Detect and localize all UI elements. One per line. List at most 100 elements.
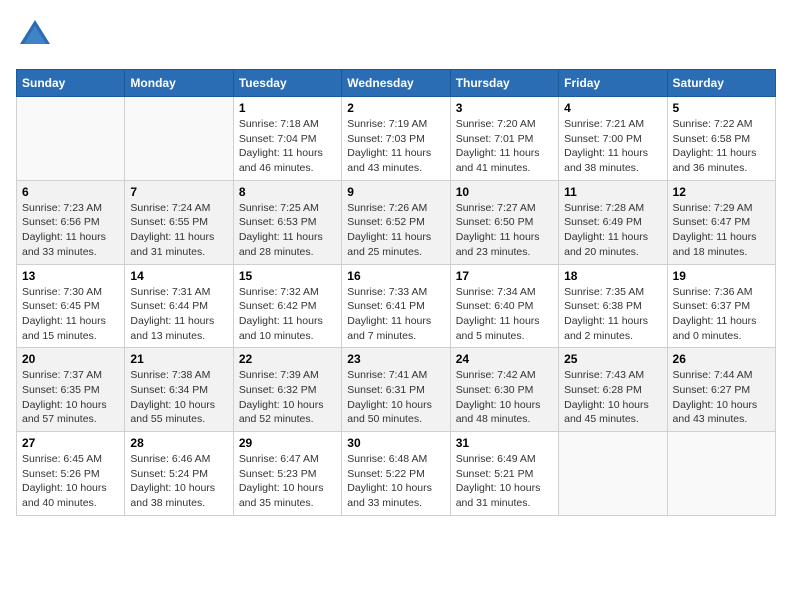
calendar-cell: 28 Sunrise: 6:46 AM Sunset: 5:24 PM Dayli… [125, 432, 233, 516]
calendar-cell: 18 Sunrise: 7:35 AM Sunset: 6:38 PM Dayli… [559, 264, 667, 348]
calendar-cell: 17 Sunrise: 7:34 AM Sunset: 6:40 PM Dayli… [450, 264, 558, 348]
day-info: Sunrise: 7:21 AM Sunset: 7:00 PM Dayligh… [564, 117, 661, 176]
calendar-cell: 16 Sunrise: 7:33 AM Sunset: 6:41 PM Dayli… [342, 264, 450, 348]
day-number: 13 [22, 269, 119, 283]
calendar-cell: 10 Sunrise: 7:27 AM Sunset: 6:50 PM Dayli… [450, 180, 558, 264]
calendar-cell: 31 Sunrise: 6:49 AM Sunset: 5:21 PM Dayli… [450, 432, 558, 516]
day-info: Sunrise: 7:37 AM Sunset: 6:35 PM Dayligh… [22, 368, 119, 427]
calendar-cell: 26Sunrise: 7:44 AM Sunset: 6:27 PM Dayli… [667, 348, 775, 432]
day-info: Sunrise: 7:30 AM Sunset: 6:45 PM Dayligh… [22, 285, 119, 344]
day-info: Sunrise: 7:26 AM Sunset: 6:52 PM Dayligh… [347, 201, 444, 260]
day-header-thursday: Thursday [450, 70, 558, 97]
calendar-cell: 11 Sunrise: 7:28 AM Sunset: 6:49 PM Dayli… [559, 180, 667, 264]
day-info: Sunrise: 7:34 AM Sunset: 6:40 PM Dayligh… [456, 285, 553, 344]
day-info: Sunrise: 6:45 AM Sunset: 5:26 PM Dayligh… [22, 452, 119, 511]
day-number: 17 [456, 269, 553, 283]
logo [16, 16, 62, 59]
day-info: Sunrise: 7:18 AM Sunset: 7:04 PM Dayligh… [239, 117, 336, 176]
day-info: Sunrise: 7:29 AM Sunset: 6:47 PM Dayligh… [673, 201, 770, 260]
calendar-cell: 19 Sunrise: 7:36 AM Sunset: 6:37 PM Dayli… [667, 264, 775, 348]
day-number: 11 [564, 185, 661, 199]
day-header-wednesday: Wednesday [342, 70, 450, 97]
calendar-week-1: 1 Sunrise: 7:18 AM Sunset: 7:04 PM Daylig… [17, 97, 776, 181]
day-info: Sunrise: 6:46 AM Sunset: 5:24 PM Dayligh… [130, 452, 227, 511]
calendar-cell: 3 Sunrise: 7:20 AM Sunset: 7:01 PM Daylig… [450, 97, 558, 181]
day-number: 21 [130, 352, 227, 366]
calendar-cell: 29 Sunrise: 6:47 AM Sunset: 5:23 PM Dayli… [233, 432, 341, 516]
day-number: 8 [239, 185, 336, 199]
calendar-cell: 7 Sunrise: 7:24 AM Sunset: 6:55 PM Daylig… [125, 180, 233, 264]
day-info: Sunrise: 7:42 AM Sunset: 6:30 PM Dayligh… [456, 368, 553, 427]
calendar-week-5: 27Sunrise: 6:45 AM Sunset: 5:26 PM Dayli… [17, 432, 776, 516]
day-info: Sunrise: 7:33 AM Sunset: 6:41 PM Dayligh… [347, 285, 444, 344]
calendar-cell: 12 Sunrise: 7:29 AM Sunset: 6:47 PM Dayli… [667, 180, 775, 264]
calendar-cell: 20Sunrise: 7:37 AM Sunset: 6:35 PM Dayli… [17, 348, 125, 432]
day-info: Sunrise: 7:20 AM Sunset: 7:01 PM Dayligh… [456, 117, 553, 176]
day-number: 28 [130, 436, 227, 450]
day-info: Sunrise: 7:28 AM Sunset: 6:49 PM Dayligh… [564, 201, 661, 260]
calendar-cell: 27Sunrise: 6:45 AM Sunset: 5:26 PM Dayli… [17, 432, 125, 516]
day-number: 6 [22, 185, 119, 199]
day-number: 3 [456, 101, 553, 115]
day-number: 15 [239, 269, 336, 283]
day-number: 16 [347, 269, 444, 283]
day-header-tuesday: Tuesday [233, 70, 341, 97]
day-info: Sunrise: 7:43 AM Sunset: 6:28 PM Dayligh… [564, 368, 661, 427]
calendar-table: SundayMondayTuesdayWednesdayThursdayFrid… [16, 69, 776, 516]
calendar-cell: 24Sunrise: 7:42 AM Sunset: 6:30 PM Dayli… [450, 348, 558, 432]
day-info: Sunrise: 7:38 AM Sunset: 6:34 PM Dayligh… [130, 368, 227, 427]
calendar-cell [125, 97, 233, 181]
day-info: Sunrise: 7:32 AM Sunset: 6:42 PM Dayligh… [239, 285, 336, 344]
day-number: 30 [347, 436, 444, 450]
day-number: 14 [130, 269, 227, 283]
day-number: 29 [239, 436, 336, 450]
calendar-cell [17, 97, 125, 181]
calendar-header-row: SundayMondayTuesdayWednesdayThursdayFrid… [17, 70, 776, 97]
calendar-cell: 21 Sunrise: 7:38 AM Sunset: 6:34 PM Dayli… [125, 348, 233, 432]
day-number: 9 [347, 185, 444, 199]
day-info: Sunrise: 7:35 AM Sunset: 6:38 PM Dayligh… [564, 285, 661, 344]
calendar-cell: 9 Sunrise: 7:26 AM Sunset: 6:52 PM Daylig… [342, 180, 450, 264]
day-info: Sunrise: 7:25 AM Sunset: 6:53 PM Dayligh… [239, 201, 336, 260]
day-info: Sunrise: 7:31 AM Sunset: 6:44 PM Dayligh… [130, 285, 227, 344]
day-info: Sunrise: 6:49 AM Sunset: 5:21 PM Dayligh… [456, 452, 553, 511]
day-number: 26 [673, 352, 770, 366]
calendar-cell: 8 Sunrise: 7:25 AM Sunset: 6:53 PM Daylig… [233, 180, 341, 264]
day-header-monday: Monday [125, 70, 233, 97]
calendar-cell: 4 Sunrise: 7:21 AM Sunset: 7:00 PM Daylig… [559, 97, 667, 181]
day-info: Sunrise: 7:24 AM Sunset: 6:55 PM Dayligh… [130, 201, 227, 260]
calendar-cell: 5Sunrise: 7:22 AM Sunset: 6:58 PM Daylig… [667, 97, 775, 181]
day-info: Sunrise: 7:41 AM Sunset: 6:31 PM Dayligh… [347, 368, 444, 427]
day-number: 18 [564, 269, 661, 283]
day-header-friday: Friday [559, 70, 667, 97]
day-info: Sunrise: 7:22 AM Sunset: 6:58 PM Dayligh… [673, 117, 770, 176]
day-number: 19 [673, 269, 770, 283]
calendar-cell [559, 432, 667, 516]
day-number: 31 [456, 436, 553, 450]
day-number: 2 [347, 101, 444, 115]
calendar-cell: 13 Sunrise: 7:30 AM Sunset: 6:45 PM Dayli… [17, 264, 125, 348]
logo-icon [16, 16, 54, 54]
day-info: Sunrise: 7:19 AM Sunset: 7:03 PM Dayligh… [347, 117, 444, 176]
day-number: 7 [130, 185, 227, 199]
page-header [16, 16, 776, 59]
calendar-cell: 23 Sunrise: 7:41 AM Sunset: 6:31 PM Dayli… [342, 348, 450, 432]
calendar-cell: 14 Sunrise: 7:31 AM Sunset: 6:44 PM Dayli… [125, 264, 233, 348]
day-info: Sunrise: 7:36 AM Sunset: 6:37 PM Dayligh… [673, 285, 770, 344]
day-number: 23 [347, 352, 444, 366]
calendar-cell [667, 432, 775, 516]
calendar-cell: 25 Sunrise: 7:43 AM Sunset: 6:28 PM Dayli… [559, 348, 667, 432]
calendar-cell: 2 Sunrise: 7:19 AM Sunset: 7:03 PM Daylig… [342, 97, 450, 181]
day-number: 1 [239, 101, 336, 115]
day-info: Sunrise: 7:27 AM Sunset: 6:50 PM Dayligh… [456, 201, 553, 260]
calendar-cell: 6 Sunrise: 7:23 AM Sunset: 6:56 PM Daylig… [17, 180, 125, 264]
calendar-week-3: 13 Sunrise: 7:30 AM Sunset: 6:45 PM Dayli… [17, 264, 776, 348]
day-number: 4 [564, 101, 661, 115]
day-number: 12 [673, 185, 770, 199]
day-number: 10 [456, 185, 553, 199]
day-info: Sunrise: 7:23 AM Sunset: 6:56 PM Dayligh… [22, 201, 119, 260]
day-info: Sunrise: 6:47 AM Sunset: 5:23 PM Dayligh… [239, 452, 336, 511]
calendar-cell: 22Sunrise: 7:39 AM Sunset: 6:32 PM Dayli… [233, 348, 341, 432]
day-number: 25 [564, 352, 661, 366]
day-header-sunday: Sunday [17, 70, 125, 97]
